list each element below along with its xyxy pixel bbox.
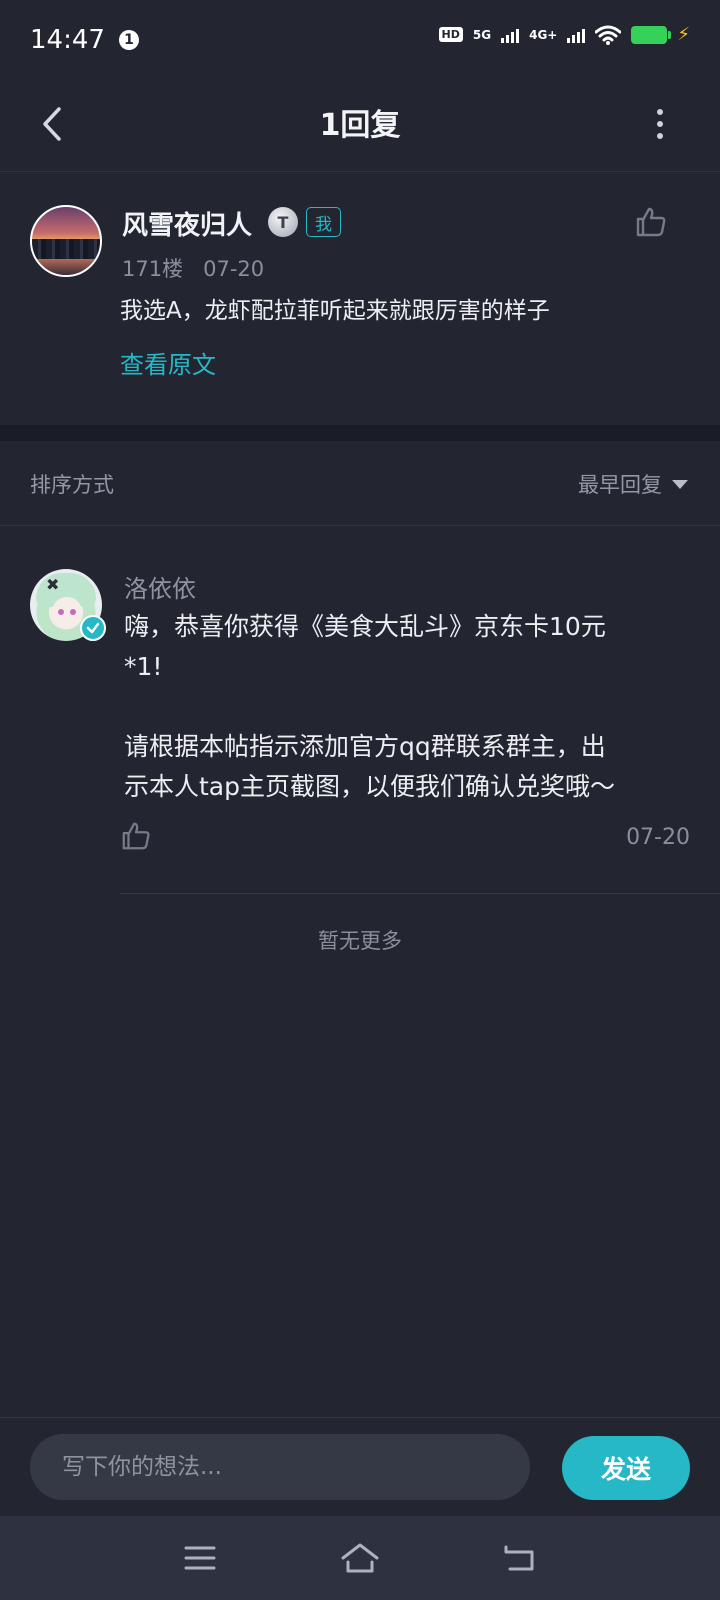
return-icon	[504, 1545, 534, 1571]
sort-dropdown[interactable]: 最早回复	[578, 469, 688, 499]
more-dot-icon	[657, 109, 663, 115]
avatar-skyline	[32, 239, 100, 259]
thumbs-up-icon	[122, 822, 150, 850]
reply-date: 07-20	[626, 825, 690, 850]
original-comment: 风雪夜归人 T 我 171楼 07-20 我选A，龙虾配拉菲听起来就跟厉害的样子 …	[0, 173, 720, 425]
comment-date: 07-20	[203, 257, 265, 281]
avatar-water	[32, 259, 100, 275]
view-original-link[interactable]: 查看原文	[120, 345, 216, 380]
page-title: 1回复	[319, 108, 401, 143]
send-button[interactable]: 发送	[562, 1436, 690, 1500]
signal-4g-icon	[567, 27, 586, 43]
network-4g-label: 4G+	[529, 27, 558, 42]
thumbs-up-icon	[636, 207, 666, 237]
floor-number: 171楼	[122, 257, 184, 281]
battery-icon	[631, 25, 672, 44]
hd-icon: HD	[438, 27, 463, 42]
reply-text-line: *1!	[124, 652, 163, 681]
reply-text-line: 示本人tap主页截图，以便我们确认兑奖哦～	[124, 772, 615, 801]
caret-down-icon	[672, 479, 688, 489]
sort-bar: 排序方式 最早回复	[0, 441, 720, 526]
comment-text: 我选A，龙虾配拉菲听起来就跟厉害的样子	[120, 298, 550, 324]
comment-input[interactable]	[30, 1434, 530, 1500]
reply-text: 嗨，恭喜你获得《美食大乱斗》京东卡10元 *1! 请根据本帖指示添加官方qq群联…	[124, 607, 684, 807]
wifi-icon	[595, 25, 622, 45]
like-button[interactable]	[634, 205, 668, 239]
sort-label: 排序方式	[30, 473, 114, 497]
home-icon	[341, 1543, 379, 1573]
me-badge: 我	[306, 207, 341, 237]
network-5g-label: 5G	[472, 27, 492, 42]
back-nav-button[interactable]	[498, 1538, 542, 1578]
notification-badge: 1	[118, 30, 139, 50]
avatar-eye	[70, 609, 76, 615]
reply-text-line: 嗨，恭喜你获得《美食大乱斗》京东卡10元	[124, 612, 606, 641]
reply-text-spacer	[124, 687, 684, 727]
no-more-text: 暂无更多	[318, 929, 402, 953]
avatar-hairclip: ✖	[46, 575, 60, 594]
more-dot-icon	[657, 133, 663, 139]
top-bar: 1回复	[0, 80, 720, 172]
reply-divider	[120, 893, 720, 894]
comment-composer: 发送	[0, 1417, 720, 1517]
reply-item: ✖ 洛依依 嗨，恭喜你获得《美食大乱斗》京东卡10元 *1! 请根据本帖指示添加…	[0, 527, 720, 895]
more-options-button[interactable]	[640, 104, 680, 144]
section-divider	[0, 425, 720, 441]
system-nav-bar	[0, 1516, 720, 1600]
author-avatar[interactable]	[30, 205, 102, 277]
reply-text-line: 请根据本帖指示添加官方qq群联系群主，出	[124, 732, 606, 761]
avatar-eye	[58, 609, 64, 615]
status-icons: HD 5G 4G+ ⚡	[438, 24, 690, 45]
status-time: 14:47	[30, 25, 105, 55]
avatar-face	[52, 597, 82, 627]
reply-like-button[interactable]	[120, 820, 152, 852]
checkmark-icon	[86, 622, 100, 634]
charging-icon: ⚡	[677, 24, 690, 45]
sort-selected-value: 最早回复	[578, 473, 662, 497]
reply-author-name[interactable]: 洛依依	[124, 569, 196, 604]
comment-meta: 171楼 07-20	[122, 253, 264, 283]
status-bar: 14:47 1 HD 5G 4G+ ⚡	[0, 0, 720, 80]
author-name[interactable]: 风雪夜归人	[122, 205, 252, 242]
more-dot-icon	[657, 121, 663, 127]
signal-5g-icon	[501, 27, 520, 43]
menu-button[interactable]	[178, 1538, 222, 1578]
menu-icon	[184, 1546, 216, 1570]
home-button[interactable]	[338, 1538, 382, 1578]
level-badge: T	[268, 207, 298, 237]
verified-icon	[80, 615, 106, 641]
